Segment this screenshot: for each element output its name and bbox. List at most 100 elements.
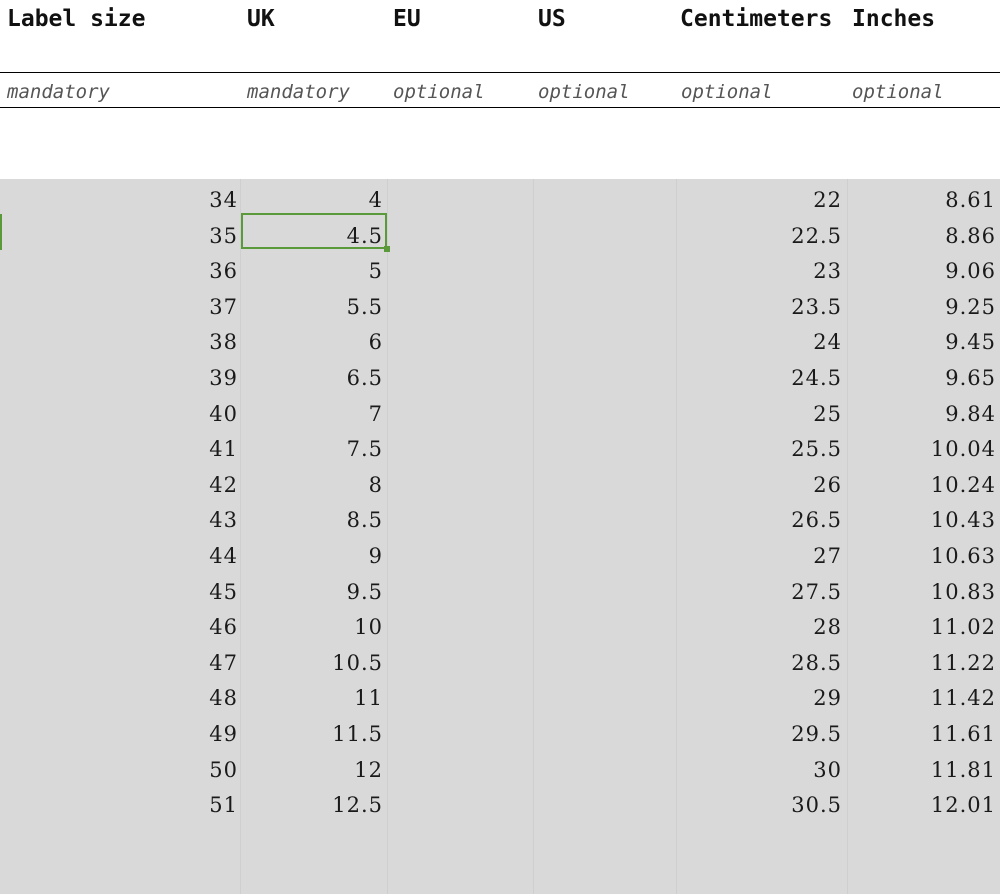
cell-label-size[interactable]: 47 [0, 642, 238, 678]
cell-eu[interactable] [388, 215, 530, 251]
cell-eu[interactable] [388, 784, 530, 820]
cell-us[interactable] [534, 642, 673, 678]
cell-label-size[interactable]: 35 [0, 215, 238, 251]
cell-inches[interactable]: 9.06 [848, 250, 996, 286]
cell-centimeters[interactable]: 27 [677, 535, 842, 571]
cell-us[interactable] [534, 677, 673, 713]
requirement-eu[interactable]: optional [393, 81, 485, 103]
cell-us[interactable] [534, 784, 673, 820]
cell-inches[interactable]: 11.61 [848, 713, 996, 749]
cell-us[interactable] [534, 215, 673, 251]
cell-inches[interactable]: 11.22 [848, 642, 996, 678]
cell-uk[interactable]: 10 [241, 606, 383, 642]
cell-eu[interactable] [388, 393, 530, 429]
cell-us[interactable] [534, 499, 673, 535]
cell-centimeters[interactable]: 30 [677, 749, 842, 785]
cell-centimeters[interactable]: 28 [677, 606, 842, 642]
cell-label-size[interactable]: 40 [0, 393, 238, 429]
cell-eu[interactable] [388, 464, 530, 500]
cell-eu[interactable] [388, 250, 530, 286]
cell-eu[interactable] [388, 571, 530, 607]
cell-us[interactable] [534, 286, 673, 322]
cell-eu[interactable] [388, 499, 530, 535]
cell-eu[interactable] [388, 606, 530, 642]
cell-inches[interactable]: 10.63 [848, 535, 996, 571]
cell-uk[interactable]: 4.5 [241, 215, 383, 251]
cell-uk[interactable]: 10.5 [241, 642, 383, 678]
cell-us[interactable] [534, 713, 673, 749]
cell-label-size[interactable]: 44 [0, 535, 238, 571]
header-us[interactable]: US [538, 6, 566, 32]
cell-centimeters[interactable]: 24.5 [677, 357, 842, 393]
cell-centimeters[interactable]: 29.5 [677, 713, 842, 749]
cell-label-size[interactable]: 39 [0, 357, 238, 393]
cell-uk[interactable]: 8 [241, 464, 383, 500]
cell-uk[interactable]: 7.5 [241, 428, 383, 464]
cell-us[interactable] [534, 535, 673, 571]
requirement-us[interactable]: optional [538, 81, 630, 103]
cell-eu[interactable] [388, 749, 530, 785]
header-centimeters[interactable]: Centimeters [680, 6, 832, 32]
cell-inches[interactable]: 10.43 [848, 499, 996, 535]
requirement-inches[interactable]: optional [852, 81, 944, 103]
header-uk[interactable]: UK [247, 6, 275, 32]
requirement-centimeters[interactable]: optional [681, 81, 773, 103]
header-eu[interactable]: EU [393, 6, 421, 32]
cell-us[interactable] [534, 571, 673, 607]
cell-uk[interactable]: 5.5 [241, 286, 383, 322]
cell-eu[interactable] [388, 428, 530, 464]
requirement-label-size[interactable]: mandatory [7, 81, 110, 103]
cell-inches[interactable]: 11.02 [848, 606, 996, 642]
cell-centimeters[interactable]: 26 [677, 464, 842, 500]
cell-centimeters[interactable]: 22.5 [677, 215, 842, 251]
cell-centimeters[interactable]: 23 [677, 250, 842, 286]
cell-inches[interactable]: 10.24 [848, 464, 996, 500]
cell-uk[interactable]: 6 [241, 321, 383, 357]
cell-eu[interactable] [388, 677, 530, 713]
empty-row[interactable] [0, 108, 1000, 178]
cell-us[interactable] [534, 428, 673, 464]
cell-uk[interactable]: 11.5 [241, 713, 383, 749]
cell-label-size[interactable]: 50 [0, 749, 238, 785]
cell-label-size[interactable]: 36 [0, 250, 238, 286]
cell-inches[interactable]: 10.83 [848, 571, 996, 607]
cell-inches[interactable]: 8.86 [848, 215, 996, 251]
cell-uk[interactable]: 12 [241, 749, 383, 785]
cell-uk[interactable]: 8.5 [241, 499, 383, 535]
cell-label-size[interactable]: 41 [0, 428, 238, 464]
cell-us[interactable] [534, 250, 673, 286]
cell-label-size[interactable]: 46 [0, 606, 238, 642]
cell-centimeters[interactable]: 25.5 [677, 428, 842, 464]
cell-uk[interactable]: 7 [241, 393, 383, 429]
cell-us[interactable] [534, 464, 673, 500]
cell-inches[interactable]: 11.42 [848, 677, 996, 713]
cell-inches[interactable]: 9.84 [848, 393, 996, 429]
cell-uk[interactable]: 5 [241, 250, 383, 286]
requirement-uk[interactable]: mandatory [247, 81, 350, 103]
cell-centimeters[interactable]: 28.5 [677, 642, 842, 678]
cell-label-size[interactable]: 51 [0, 784, 238, 820]
cell-eu[interactable] [388, 179, 530, 215]
cell-label-size[interactable]: 49 [0, 713, 238, 749]
cell-centimeters[interactable]: 23.5 [677, 286, 842, 322]
cell-label-size[interactable]: 43 [0, 499, 238, 535]
cell-eu[interactable] [388, 357, 530, 393]
cell-eu[interactable] [388, 642, 530, 678]
cell-centimeters[interactable]: 30.5 [677, 784, 842, 820]
cell-label-size[interactable]: 42 [0, 464, 238, 500]
cell-us[interactable] [534, 393, 673, 429]
cell-label-size[interactable]: 34 [0, 179, 238, 215]
cell-centimeters[interactable]: 27.5 [677, 571, 842, 607]
cell-label-size[interactable]: 37 [0, 286, 238, 322]
cell-label-size[interactable]: 45 [0, 571, 238, 607]
cell-uk[interactable]: 9 [241, 535, 383, 571]
cell-us[interactable] [534, 606, 673, 642]
cell-inches[interactable]: 9.65 [848, 357, 996, 393]
cell-label-size[interactable]: 38 [0, 321, 238, 357]
cell-centimeters[interactable]: 24 [677, 321, 842, 357]
cell-us[interactable] [534, 357, 673, 393]
cell-inches[interactable]: 10.04 [848, 428, 996, 464]
header-label-size[interactable]: Label size [7, 6, 145, 32]
cell-centimeters[interactable]: 22 [677, 179, 842, 215]
cell-uk[interactable]: 6.5 [241, 357, 383, 393]
